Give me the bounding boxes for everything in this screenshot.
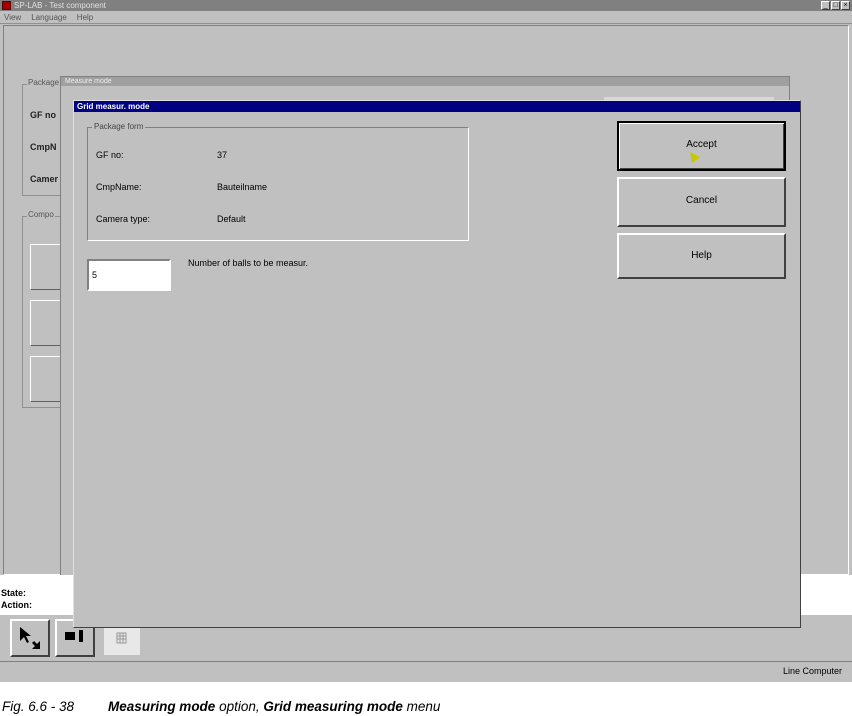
package-form-label: Package form [92,122,146,131]
gfno-value: 37 [217,150,228,160]
line-computer-status: Line Computer [782,666,842,676]
balls-count-label: Number of balls to be measur. [188,258,309,268]
cmpname-label: CmpName: [96,182,142,192]
bg-component-label: Compo [27,210,55,219]
state-label: State: [1,588,27,598]
background-window-title: Measure mode [61,77,789,86]
caption-bold-2: Grid measuring mode [263,699,403,714]
pointer-tool-button[interactable] [10,619,50,657]
grid-measure-dialog: Grid measur. mode Package form GF no: 37… [73,100,801,628]
window-controls: _ □ × [821,1,850,10]
maximize-button[interactable]: □ [831,1,840,10]
cancel-button[interactable]: Cancel [617,177,786,227]
gfno-label: GF no: [96,150,124,160]
bg-label-cmpn: CmpN [30,142,57,152]
menu-view[interactable]: View [4,11,21,23]
minimize-button[interactable]: _ [821,1,830,10]
menu-language[interactable]: Language [31,11,67,23]
bg-label-gfno: GF no [30,110,56,120]
app-title: SP-LAB - Test component [14,1,106,10]
balls-count-input[interactable] [87,259,171,291]
dialog-title: Grid measur. mode [74,101,800,112]
bottom-status-bar: Line Computer [0,661,852,682]
menubar: View Language Help [0,11,852,24]
menu-help[interactable]: Help [77,11,93,23]
bg-package-label: Package [27,78,61,87]
camera-type-value: Default [217,214,246,224]
close-button[interactable]: × [841,1,850,10]
bg-tile-3[interactable] [30,356,62,402]
caption-text-2: menu [402,699,441,714]
figure-number: Fig. 6.6 - 38 [2,699,75,714]
figure-caption: Fig. 6.6 - 38 Measuring mode option, Grid… [2,699,440,714]
app-icon [2,1,11,10]
bg-label-camera: Camer [30,174,59,184]
accept-button[interactable]: Accept [617,121,786,171]
camera-type-label: Camera type: [96,214,151,224]
bg-tile-1[interactable] [30,244,62,290]
caption-text-1: option, [215,699,264,714]
app-titlebar: SP-LAB - Test component _ □ × [0,0,852,11]
caption-bold-1: Measuring mode [108,699,216,714]
cmpname-value: Bauteilname [217,182,268,192]
bg-tile-2[interactable] [30,300,62,346]
help-button[interactable]: Help [617,233,786,279]
action-label: Action: [1,600,32,610]
screen: SP-LAB - Test component _ □ × View Langu… [0,0,852,682]
pointer-select-icon [20,627,40,649]
